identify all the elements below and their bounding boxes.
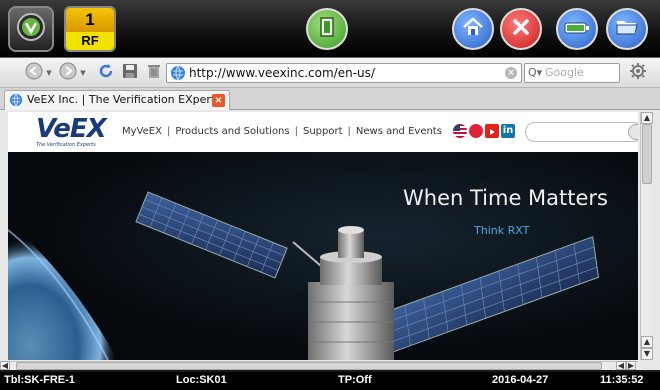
reload-icon: [97, 62, 115, 84]
nav-link-myveex[interactable]: MyVeEX: [122, 126, 162, 137]
satellite-hero-image: [8, 191, 599, 360]
language-flag-icon[interactable]: [469, 124, 483, 138]
veex-logo-button[interactable]: [8, 6, 54, 52]
device-toolbar: 1 RF: [0, 0, 660, 58]
back-history-dropdown[interactable]: ▼: [44, 63, 54, 83]
trash-icon: [147, 63, 161, 83]
scroll-up-small-button[interactable]: ▲: [641, 336, 653, 348]
site-search-input[interactable]: [525, 122, 638, 142]
floppy-disk-icon: [122, 63, 138, 83]
rf-port-number: 1: [66, 8, 114, 32]
scroll-left-button[interactable]: ◀: [0, 361, 10, 370]
back-button[interactable]: [24, 62, 44, 84]
nav-separator: |: [347, 126, 351, 137]
browser-window: ▼ ▼ http://www.veexinc.com/en-us/ × Q▾ G…: [0, 58, 660, 370]
status-test-point: TP:Off: [338, 374, 372, 386]
close-icon: [511, 17, 531, 41]
folder-icon: [615, 17, 639, 41]
hero-subtitle[interactable]: Think RXT: [474, 224, 529, 237]
search-input[interactable]: Q▾ Google: [524, 63, 620, 83]
search-placeholder: Google: [545, 66, 584, 79]
nav-separator: |: [294, 126, 298, 137]
clear-url-icon[interactable]: ×: [505, 67, 517, 79]
site-search-button[interactable]: [628, 124, 638, 140]
forward-arrow-icon: [59, 62, 77, 84]
gear-icon: [629, 62, 647, 84]
status-table: Tbl:SK-FRE-1: [4, 374, 75, 386]
file-manager-button[interactable]: [606, 8, 648, 50]
vertical-scroll-thumb[interactable]: [642, 124, 652, 184]
hero-banner[interactable]: When Time Matters Think RXT: [8, 152, 638, 360]
rf-port-label: RF: [66, 32, 114, 50]
save-page-button[interactable]: [120, 63, 140, 83]
forward-history-dropdown[interactable]: ▼: [78, 63, 88, 83]
tab-veex-home[interactable]: VeEX Inc. | The Verification EXperts ×: [4, 90, 230, 110]
site-globe-icon: [9, 93, 23, 113]
exit-button[interactable]: [306, 8, 348, 50]
rf-port-button[interactable]: 1 RF: [64, 6, 116, 52]
site-navigation: MyVeEX | Products and Solutions | Support | Ne…: [122, 126, 442, 137]
chevron-down-icon: ▼: [46, 69, 52, 77]
horizontal-scroll-thumb[interactable]: [16, 362, 602, 370]
horizontal-scrollbar[interactable]: ◀ ◀ ▶: [0, 361, 638, 370]
youtube-icon[interactable]: [485, 124, 499, 138]
reload-button[interactable]: [96, 63, 116, 83]
nav-link-support[interactable]: Support: [303, 126, 343, 137]
scroll-down-button[interactable]: ▼: [641, 348, 653, 360]
close-app-button[interactable]: [500, 8, 542, 50]
scroll-right-button[interactable]: ▶: [626, 361, 636, 370]
vertical-scrollbar[interactable]: ▲ ▲ ▼: [640, 112, 653, 360]
logo-text: VeEX: [36, 114, 107, 144]
battery-icon: [564, 20, 590, 39]
tab-title: VeEX Inc. | The Verification EXperts: [27, 93, 221, 106]
url-text: http://www.veexinc.com/en-us/: [189, 66, 375, 80]
forward-button[interactable]: [58, 62, 78, 84]
tab-bar: VeEX Inc. | The Verification EXperts ×: [0, 88, 660, 110]
hero-title: When Time Matters: [403, 186, 608, 210]
nav-link-news[interactable]: News and Events: [356, 126, 442, 137]
status-location: Loc:SK01: [176, 374, 227, 386]
nav-link-products[interactable]: Products and Solutions: [175, 126, 289, 137]
battery-button[interactable]: [556, 8, 598, 50]
nav-separator: |: [166, 126, 171, 137]
status-time: 11:35:52: [600, 374, 644, 386]
home-button[interactable]: [452, 8, 494, 50]
chevron-down-icon: ▼: [80, 69, 86, 77]
scroll-left-small-button[interactable]: ◀: [616, 361, 626, 370]
veex-logo-icon: [16, 12, 46, 46]
url-input[interactable]: http://www.veexinc.com/en-us/ ×: [166, 63, 522, 83]
search-icon: Q▾: [528, 66, 543, 79]
linkedin-icon[interactable]: in: [501, 124, 515, 138]
site-globe-icon: [170, 65, 186, 86]
status-bar: Tbl:SK-FRE-1 Loc:SK01 TP:Off 2016-04-27 …: [0, 372, 660, 390]
home-icon: [462, 17, 484, 41]
settings-button[interactable]: [628, 63, 648, 83]
delete-button[interactable]: [144, 63, 164, 83]
browser-navigation-bar: ▼ ▼ http://www.veexinc.com/en-us/ × Q▾ G…: [0, 58, 660, 88]
web-page: VeEX The Verification Experts MyVeEX | Pro…: [8, 112, 638, 360]
us-flag-icon[interactable]: [453, 124, 467, 138]
status-date: 2016-04-27: [492, 374, 549, 386]
veex-site-logo[interactable]: VeEX The Verification Experts: [36, 114, 110, 148]
tab-close-icon[interactable]: ×: [212, 94, 225, 107]
scroll-up-button[interactable]: ▲: [641, 112, 653, 124]
back-arrow-icon: [25, 62, 43, 84]
site-header: VeEX The Verification Experts MyVeEX | Pro…: [8, 112, 638, 152]
exit-door-icon: [317, 16, 337, 42]
